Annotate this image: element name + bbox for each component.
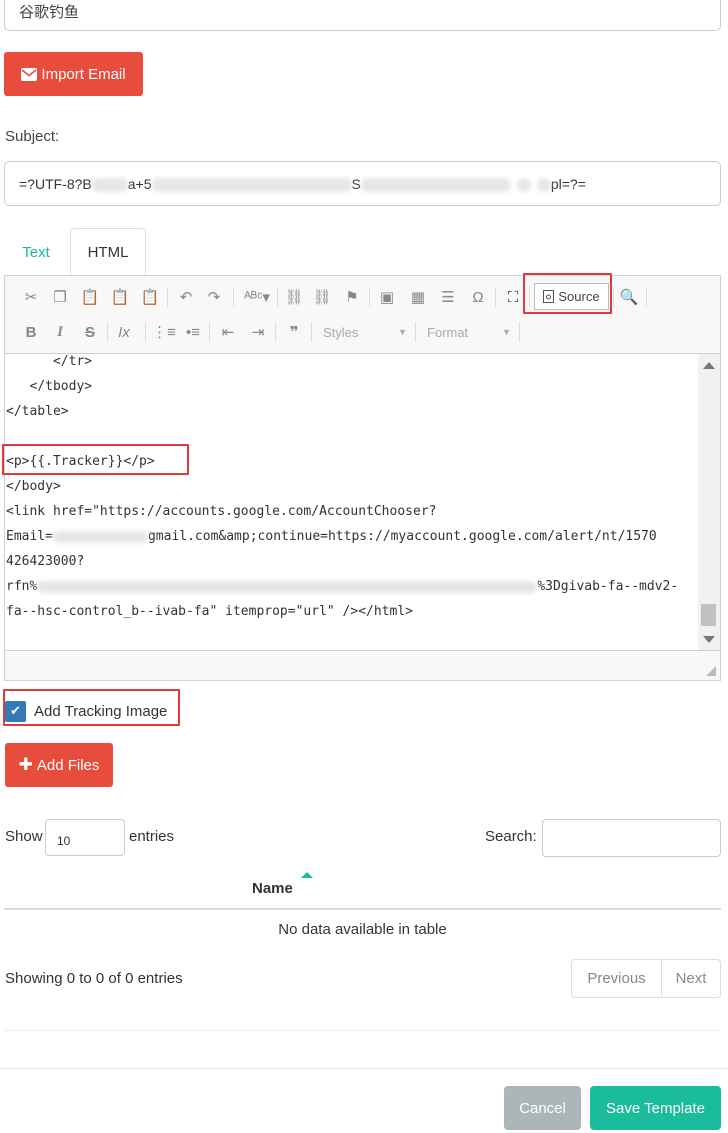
import-email-label: Import Email [41,65,126,83]
highlight-tracker-box [2,444,189,475]
unlink-icon[interactable]: ⛓ [311,286,333,308]
checkmark-icon: ✔ [10,703,21,718]
tab-text[interactable]: Text [4,228,68,276]
sender-name-value: 谷歌钓鱼 [19,4,80,21]
preview-icon[interactable]: 🔍 [618,286,640,308]
italic-icon[interactable]: I [49,321,71,343]
cut-icon[interactable]: ✂ [20,286,42,308]
column-header-name[interactable]: Name [252,880,293,897]
maximize-icon[interactable]: ⛶ [502,286,524,308]
next-button[interactable]: Next [662,960,720,997]
special-char-icon[interactable]: Ω [467,286,489,308]
scroll-up-arrow-icon[interactable] [703,362,715,369]
search-label: Search: [485,828,537,845]
pagination: Previous Next [571,959,721,998]
code-line: </tbody> [6,379,93,394]
import-email-button[interactable]: Import Email [4,52,143,96]
undo-icon[interactable]: ↶ [175,286,197,308]
save-template-button[interactable]: Save Template [590,1086,721,1130]
subject-value-mid2: S [351,176,361,192]
paste-word-icon[interactable]: 📋 [139,286,161,308]
editor-status-bar [5,650,720,680]
code-scrollbar[interactable] [698,354,720,650]
table-icon[interactable]: ▦ [407,286,429,308]
envelope-icon [21,67,38,81]
code-line: </tr> [6,354,93,369]
code-line: <link href="https://accounts.google.com/… [6,504,437,519]
highlight-source-box [523,273,612,314]
spellcheck-icon[interactable]: ᴬᴮᶜ▾ [241,286,273,308]
add-files-label: Add Files [36,756,100,774]
tab-html[interactable]: HTML [70,228,146,276]
image-icon[interactable]: ▣ [376,286,398,308]
anchor-flag-icon[interactable]: ⚑ [341,286,363,308]
tracking-image-option[interactable]: ✔ Add Tracking Image [5,698,167,724]
styles-dropdown[interactable]: Styles ▼ [317,320,413,344]
code-line: </body> [6,479,61,494]
code-line: fa--hsc-control_b--ivab-fa" itemprop="ur… [6,604,413,619]
format-dropdown[interactable]: Format ▼ [421,320,517,344]
code-line: </table> [6,404,69,419]
paste-text-icon[interactable]: 📋 [109,286,131,308]
blockquote-icon[interactable]: ❞ [283,321,305,343]
numbered-list-icon[interactable]: ⋮≡ [152,321,176,343]
resize-grip-icon[interactable] [706,666,716,676]
scroll-thumb[interactable] [701,604,716,626]
subject-value-mid: a+5 [127,176,152,192]
code-line: rfn% %3Dgivab-fa--mdv2- [6,579,679,594]
bullet-list-icon[interactable]: •≡ [182,321,204,343]
horizontal-line-icon[interactable]: ☰ [437,286,459,308]
link-icon[interactable]: ⛓ [283,286,305,308]
content-tabs: Text HTML [4,228,721,276]
code-line: 426423000? [6,554,85,569]
table-info: Showing 0 to 0 of 0 entries [5,970,183,987]
redo-icon[interactable]: ↷ [203,286,225,308]
paste-icon[interactable]: 📋 [79,286,101,308]
previous-button[interactable]: Previous [572,960,662,997]
html-editor: ✂ ❐ 📋 📋 📋 ↶ ↷ ᴬᴮᶜ▾ ⛓ ⛓ ⚑ ▣ ▦ ☰ Ω ⛶ Sourc… [4,275,721,681]
entries-label: entries [129,828,175,845]
chevron-down-icon: ▼ [398,327,407,337]
cancel-button[interactable]: Cancel [504,1086,581,1130]
bold-icon[interactable]: B [20,321,42,343]
show-label: Show [5,828,43,845]
subject-value-start: =?UTF-8?B [19,176,92,192]
editor-toolbar: ✂ ❐ 📋 📋 📋 ↶ ↷ ᴬᴮᶜ▾ ⛓ ⛓ ⚑ ▣ ▦ ☰ Ω ⛶ Sourc… [5,276,720,354]
tracking-image-checkbox[interactable]: ✔ [5,700,26,722]
indent-icon[interactable]: ⇥ [247,321,269,343]
code-line: Email= gmail.com&amp;continue=https://mya… [6,529,657,544]
sender-name-input[interactable]: 谷歌钓鱼 [4,0,721,31]
scroll-down-arrow-icon[interactable] [703,636,715,643]
subject-label: Subject: [5,128,60,145]
table-header-divider [4,908,721,910]
sort-ascending-icon [301,872,313,878]
divider [4,1030,721,1031]
strikethrough-icon[interactable]: S [79,321,101,343]
source-code-area[interactable]: </tr> </tbody> </table> <p>{{.Tracker}}<… [5,354,698,650]
remove-format-icon[interactable]: Ix [113,321,135,343]
chevron-down-icon: ▼ [502,327,511,337]
search-input[interactable] [542,819,721,857]
footer-divider [0,1068,728,1069]
copy-icon[interactable]: ❐ [49,286,71,308]
subject-value-end: pl=?= [550,176,586,192]
plus-icon: ✚ [18,755,33,774]
subject-input[interactable]: =?UTF-8?B a+5 Spl=?= [4,161,721,206]
page-length-select[interactable]: 10 [45,819,125,856]
table-empty-message: No data available in table [278,921,447,938]
add-files-button[interactable]: ✚ Add Files [5,743,113,787]
tracking-image-label: Add Tracking Image [34,702,168,720]
outdent-icon[interactable]: ⇤ [217,321,239,343]
